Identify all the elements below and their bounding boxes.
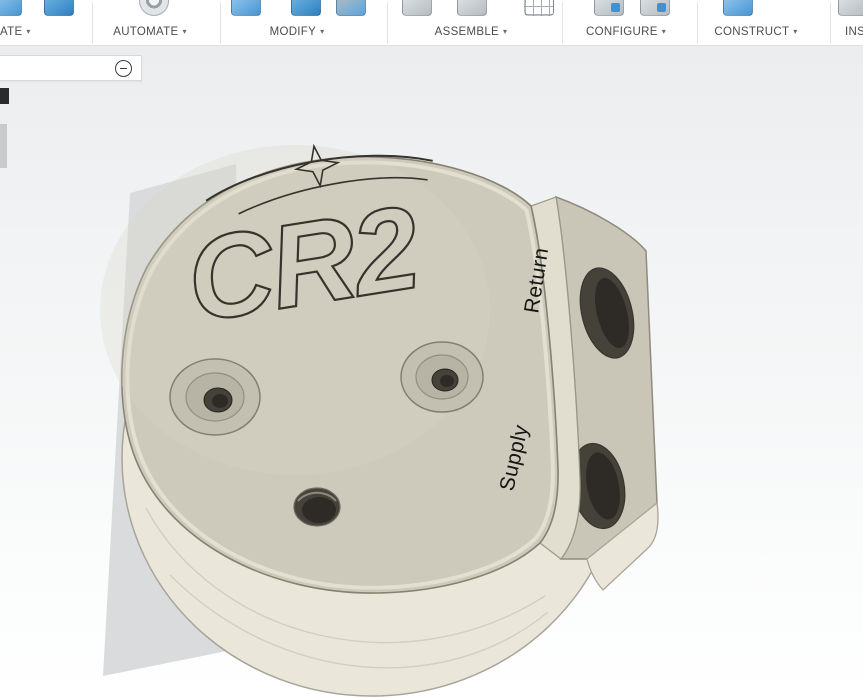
panel-edge-gray xyxy=(0,124,7,168)
construct-menu-label: CONSTRUCT xyxy=(714,26,789,38)
plus-badge-icon xyxy=(611,3,620,12)
create-form-icon[interactable] xyxy=(44,0,74,16)
through-hole[interactable] xyxy=(294,488,340,526)
modify-shell-icon[interactable] xyxy=(336,0,366,16)
toolbar-separator xyxy=(697,2,698,44)
configure-insert-icon[interactable] xyxy=(594,0,624,16)
automate-menu-button[interactable]: AUTOMATE ▾ xyxy=(111,23,189,41)
browser-header-bar xyxy=(0,55,142,81)
minus-icon xyxy=(120,68,127,70)
construct-menu-button[interactable]: CONSTRUCT ▾ xyxy=(712,23,799,41)
toolbar-separator xyxy=(387,2,388,44)
create-icon[interactable] xyxy=(0,0,22,16)
toolbar-separator xyxy=(562,2,563,44)
panel-edge-dark xyxy=(0,88,9,104)
construct-plane-icon[interactable] xyxy=(723,0,753,16)
toolbar: ATE ▾ AUTOMATE ▾ MODIFY ▾ ASSEMBLE ▾ CON… xyxy=(0,0,863,46)
modify-menu-label: MODIFY xyxy=(270,26,317,38)
configure-features-icon[interactable] xyxy=(640,0,670,16)
dropdown-arrow-icon: ▾ xyxy=(320,28,324,36)
counterbore-hole-right[interactable] xyxy=(401,342,483,412)
dropdown-arrow-icon: ▾ xyxy=(182,28,186,36)
create-menu-button[interactable]: ATE ▾ xyxy=(0,23,33,41)
dropdown-arrow-icon: ▾ xyxy=(662,28,666,36)
automate-menu-label: AUTOMATE xyxy=(113,26,178,38)
assemble-menu-button[interactable]: ASSEMBLE ▾ xyxy=(433,23,510,41)
modify-press-pull-icon[interactable] xyxy=(231,0,261,16)
inspect-menu-button[interactable]: INS xyxy=(843,23,863,41)
counterbore-hole-left[interactable] xyxy=(170,359,260,435)
automate-icon[interactable] xyxy=(139,0,169,16)
dropdown-arrow-icon: ▾ xyxy=(26,28,30,36)
assemble-menu-label: ASSEMBLE xyxy=(435,26,499,38)
inspect-icon[interactable] xyxy=(838,0,863,16)
create-menu-label: ATE xyxy=(0,26,22,38)
dropdown-arrow-icon: ▾ xyxy=(793,28,797,36)
configure-menu-button[interactable]: CONFIGURE ▾ xyxy=(584,23,668,41)
dropdown-arrow-icon: ▾ xyxy=(503,28,507,36)
toolbar-separator xyxy=(92,2,93,44)
configure-menu-label: CONFIGURE xyxy=(586,26,658,38)
plus-badge-icon xyxy=(657,3,666,12)
collapse-browser-button[interactable] xyxy=(115,60,132,77)
toolbar-separator xyxy=(220,2,221,44)
inspect-menu-label: INS xyxy=(845,26,863,38)
app-window: CR2 Return Supply xyxy=(0,0,863,698)
assemble-joint-icon[interactable] xyxy=(457,0,487,16)
parameters-table-icon[interactable] xyxy=(524,0,554,16)
modify-menu-button[interactable]: MODIFY ▾ xyxy=(268,23,327,41)
assemble-component-icon[interactable] xyxy=(402,0,432,16)
modify-fillet-icon[interactable] xyxy=(291,0,321,16)
toolbar-separator xyxy=(830,2,831,44)
viewport-canvas[interactable]: CR2 Return Supply xyxy=(0,0,863,698)
